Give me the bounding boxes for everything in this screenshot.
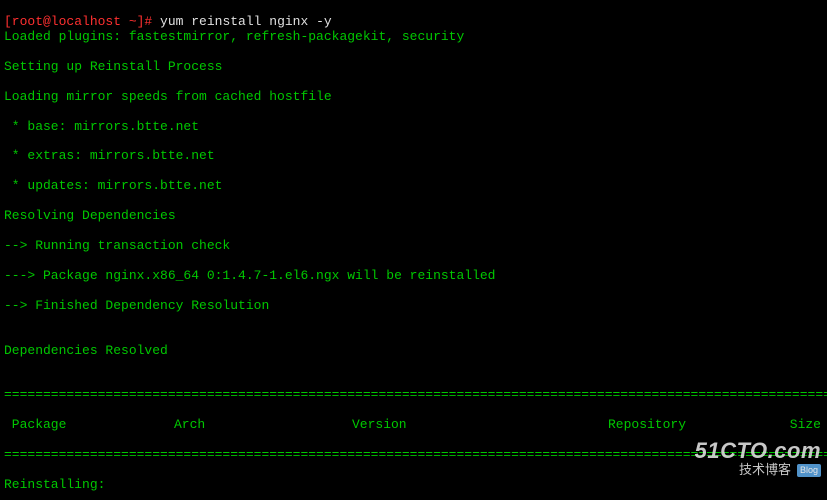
- output-line: Setting up Reinstall Process: [4, 60, 823, 75]
- divider: ========================================…: [4, 388, 823, 403]
- output-line: ---> Package nginx.x86_64 0:1.4.7-1.el6.…: [4, 269, 823, 284]
- output-line: Dependencies Resolved: [4, 344, 823, 359]
- shell-prompt: [root@localhost ~]#: [4, 14, 152, 29]
- output-line: * base: mirrors.btte.net: [4, 120, 823, 135]
- output-line: Resolving Dependencies: [4, 209, 823, 224]
- command-text: yum reinstall nginx -y: [160, 14, 332, 29]
- col-header-arch: Arch: [174, 418, 352, 433]
- table-header-row: Package Arch Version Repository Size: [4, 418, 823, 433]
- col-header-size: Size: [761, 418, 821, 433]
- section-reinstalling: Reinstalling:: [4, 478, 823, 493]
- output-line: Loaded plugins: fastestmirror, refresh-p…: [4, 30, 823, 45]
- output-line: * extras: mirrors.btte.net: [4, 149, 823, 164]
- output-line: Loading mirror speeds from cached hostfi…: [4, 90, 823, 105]
- terminal-output[interactable]: [root@localhost ~]# yum reinstall nginx …: [0, 0, 827, 500]
- col-header-version: Version: [352, 418, 608, 433]
- output-line: * updates: mirrors.btte.net: [4, 179, 823, 194]
- output-line: --> Running transaction check: [4, 239, 823, 254]
- col-header-repo: Repository: [608, 418, 761, 433]
- divider: ========================================…: [4, 448, 823, 463]
- col-header-package: Package: [4, 418, 174, 433]
- output-line: --> Finished Dependency Resolution: [4, 299, 823, 314]
